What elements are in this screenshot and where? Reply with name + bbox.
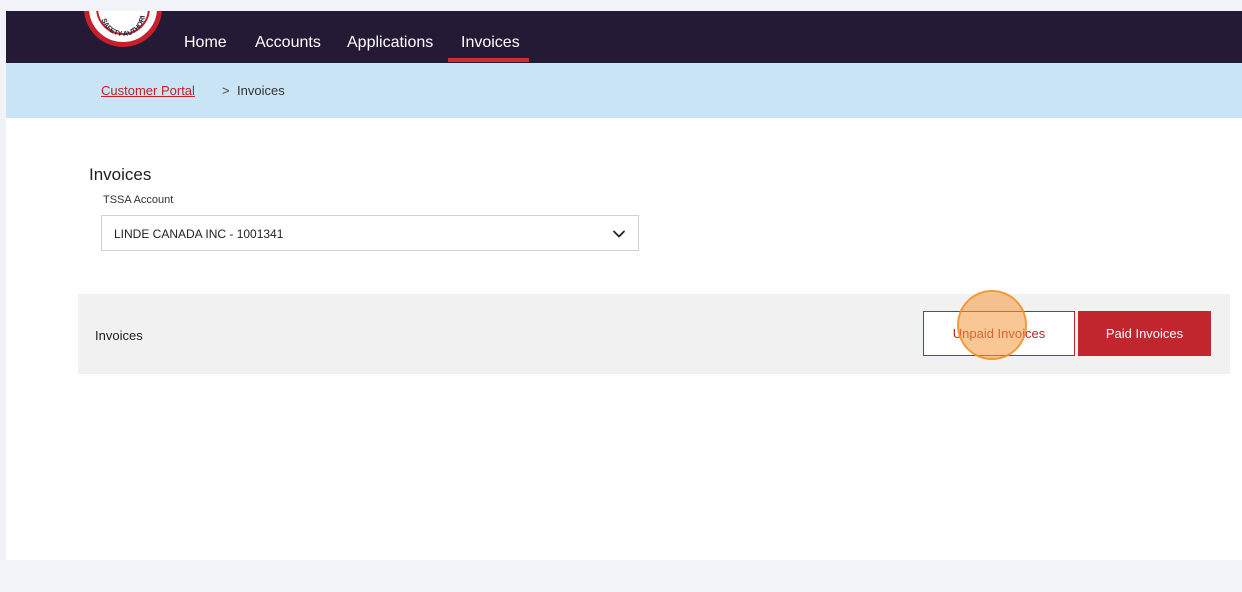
paid-invoices-button[interactable]: Paid Invoices xyxy=(1078,311,1211,356)
page-frame: SAFETY AUTHORI Home Accounts Application… xyxy=(6,11,1242,560)
breadcrumb-separator: > xyxy=(222,83,230,98)
top-navigation: SAFETY AUTHORI Home Accounts Application… xyxy=(6,11,1242,63)
logo-seal-icon: SAFETY AUTHORI xyxy=(96,11,150,38)
unpaid-invoices-button[interactable]: Unpaid Invoices xyxy=(923,311,1075,356)
nav-active-indicator xyxy=(448,58,529,62)
nav-invoices[interactable]: Invoices xyxy=(461,34,520,52)
account-field-label: TSSA Account xyxy=(103,194,174,206)
account-select[interactable]: LINDE CANADA INC - 1001341 xyxy=(101,215,639,251)
chevron-down-icon xyxy=(613,230,625,238)
breadcrumb-customer-portal-link[interactable]: Customer Portal xyxy=(101,83,195,98)
page-title: Invoices xyxy=(89,165,152,184)
invoices-panel-title: Invoices xyxy=(95,328,143,343)
nav-accounts[interactable]: Accounts xyxy=(255,34,321,52)
tssa-logo[interactable]: SAFETY AUTHORI xyxy=(84,11,162,47)
account-select-value: LINDE CANADA INC - 1001341 xyxy=(114,227,284,241)
nav-home[interactable]: Home xyxy=(184,34,227,52)
nav-applications[interactable]: Applications xyxy=(347,34,433,52)
invoices-panel: Invoices Unpaid Invoices Paid Invoices xyxy=(78,294,1230,374)
breadcrumb-current: Invoices xyxy=(237,83,285,98)
svg-text:SAFETY AUTHORI: SAFETY AUTHORI xyxy=(100,15,147,38)
